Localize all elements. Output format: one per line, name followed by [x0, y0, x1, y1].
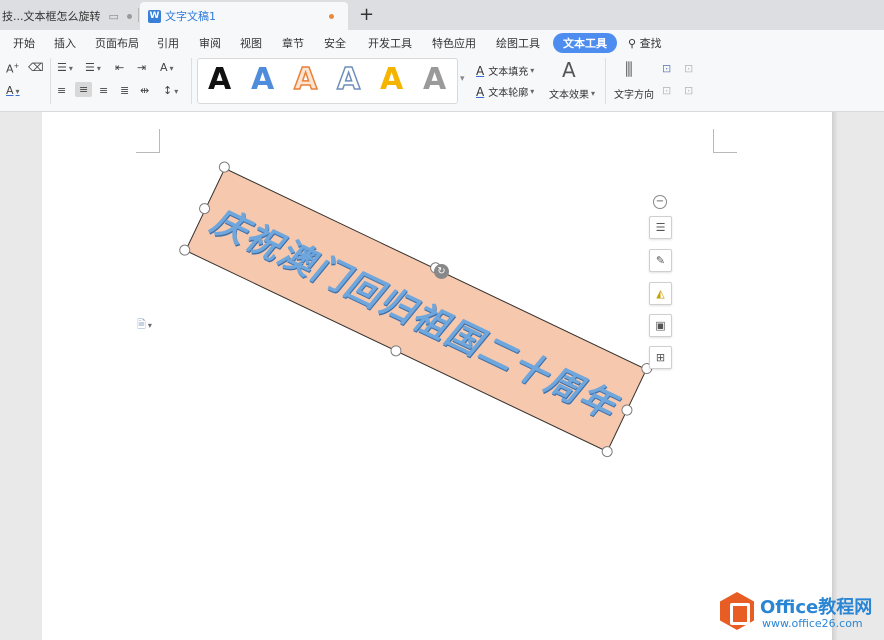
rotate-handle-icon[interactable]: ↻ [434, 264, 449, 279]
text-box-prev-icon: ⊡ [662, 84, 672, 97]
pen-icon: ✎ [655, 254, 666, 267]
text-style-glyph: A [160, 61, 168, 74]
border-icon: ▣ [655, 319, 666, 332]
menu-page-layout[interactable]: 页面布局 [95, 35, 139, 51]
menu-review[interactable]: 审阅 [199, 35, 221, 51]
font-grow-glyph: A [6, 62, 14, 76]
text-fill-label: 文本填充 [488, 67, 529, 78]
style-gold[interactable]: A [380, 62, 403, 97]
text-outline-button[interactable]: A 文本轮廓 ▾ [476, 84, 535, 100]
unsaved-dot-icon[interactable] [329, 14, 334, 19]
tab-bar: 技...文本框怎么旋转 ▭ W 文字文稿1 + [0, 0, 884, 30]
menu-text-tools[interactable]: 文本工具 [553, 33, 617, 53]
text-box-link-icon[interactable]: ⊡ [662, 62, 671, 75]
menu-security[interactable]: 安全 [324, 35, 346, 51]
menu-developer[interactable]: 开发工具 [368, 35, 412, 51]
font-color-glyph: A [6, 84, 14, 97]
toolbar-separator [191, 58, 192, 104]
text-style-gallery: A A A A A A [197, 58, 458, 104]
toolbar-separator [605, 58, 606, 104]
style-blue[interactable]: A [251, 62, 274, 97]
search-button[interactable]: ⚲ 查找 [628, 35, 662, 51]
chevron-down-icon: ▾ [591, 89, 596, 98]
layout-options-icon: ☰ [655, 221, 666, 234]
gallery-expand-icon[interactable]: ▾ [460, 74, 465, 84]
fill-bucket-icon: ◭ [656, 287, 665, 300]
text-box-next-icon: ⊡ [684, 84, 694, 97]
text-direction-icon[interactable]: ⫼ [625, 60, 633, 80]
chevron-down-icon: ▾ [530, 87, 535, 96]
style-gray[interactable]: A [423, 62, 446, 97]
line-spacing-icon[interactable]: ↕ ▾ [163, 84, 178, 97]
text-direction-button[interactable]: 文字方向 [614, 86, 654, 101]
crop-mark-top-left [136, 129, 160, 153]
text-fill-button[interactable]: A 文本填充 ▾ [476, 63, 535, 79]
menu-special[interactable]: 特色应用 [432, 35, 476, 51]
bullet-list-icon[interactable]: ☰ ▾ [57, 61, 73, 74]
text-box-unlink-icon: ⊡ [684, 62, 694, 75]
office-logo-icon [720, 592, 754, 630]
text-effect-icon[interactable]: A [562, 58, 576, 82]
paragraph-options-icon[interactable]: 🗎 ▾ [137, 316, 152, 335]
close-dot-icon[interactable] [126, 13, 132, 19]
text-effect-label: 文本效果 [549, 90, 589, 101]
shape-fill-button[interactable]: ◭ [649, 282, 672, 305]
tab-document-1[interactable]: 技...文本框怎么旋转 ▭ [0, 2, 138, 30]
toolbar-separator [50, 58, 51, 104]
tab-label: 技...文本框怎么旋转 [2, 10, 101, 23]
menu-insert[interactable]: 插入 [54, 35, 76, 51]
tab-label: 文字文稿1 [165, 10, 216, 23]
align-right-icon[interactable]: ≡ [99, 84, 108, 97]
menu-bar: 开始 插入 页面布局 引用 审阅 视图 章节 安全 开发工具 特色应用 绘图工具… [0, 30, 884, 54]
tab-separator [138, 8, 139, 22]
text-outline-icon: A [476, 84, 485, 99]
decrease-indent-icon[interactable]: ⇤ [115, 61, 124, 74]
chevron-down-icon: ▾ [530, 66, 535, 75]
align-center-icon[interactable]: ≡ [75, 82, 93, 97]
increase-indent-icon[interactable]: ⇥ [137, 61, 146, 74]
style-orange-outline[interactable]: A [293, 61, 318, 98]
page-shadow [832, 112, 838, 640]
text-wrap-icon: ⊞ [655, 351, 666, 364]
text-style-icon[interactable]: A ▾ [160, 61, 174, 74]
text-effect-button[interactable]: 文本效果 ▾ [549, 86, 595, 101]
menu-view[interactable]: 视图 [240, 35, 262, 51]
document-page[interactable] [42, 112, 832, 640]
text-wrap-button[interactable]: ⊞ [649, 346, 672, 369]
ribbon-toolbar: A+ ⌫ A ▾ ☰ ▾ ☰ ▾ ⇤ ⇥ A ▾ ≡ ≡ ≡ ≣ ⇹ ↕ ▾ A A A … [0, 54, 884, 112]
style-blue-outline[interactable]: A [336, 61, 361, 98]
search-icon: ⚲ [628, 37, 637, 50]
clear-format-icon[interactable]: ⌫ [28, 61, 44, 74]
numbered-list-icon[interactable]: ☰ ▾ [85, 61, 101, 74]
menu-home[interactable]: 开始 [13, 35, 35, 51]
font-grow-icon[interactable]: A+ [6, 62, 19, 76]
search-label: 查找 [639, 37, 662, 50]
align-left-icon[interactable]: ≡ [57, 84, 66, 97]
justify-icon[interactable]: ≣ [120, 84, 129, 97]
text-fill-icon: A [476, 63, 485, 78]
watermark: Office教程网 www.office26.com [720, 590, 884, 640]
font-color-icon[interactable]: A ▾ [6, 84, 20, 97]
style-black[interactable]: A [208, 62, 231, 97]
menu-references[interactable]: 引用 [157, 35, 179, 51]
watermark-brand: Office教程网 [760, 597, 873, 618]
layout-options-button[interactable]: ☰ [649, 216, 672, 239]
shape-outline-button[interactable]: ✎ [649, 249, 672, 272]
collapse-toolbar-icon[interactable]: − [653, 195, 667, 209]
monitor-icon[interactable]: ▭ [109, 10, 119, 23]
menu-drawing-tools[interactable]: 绘图工具 [496, 35, 540, 51]
watermark-url: www.office26.com [762, 617, 863, 630]
tab-document-2[interactable]: W 文字文稿1 [140, 2, 348, 30]
text-outline-label: 文本轮廓 [488, 88, 529, 99]
menu-section[interactable]: 章节 [282, 35, 304, 51]
writer-doc-icon: W [148, 9, 161, 23]
crop-mark-top-right [713, 129, 737, 153]
shape-border-button[interactable]: ▣ [649, 314, 672, 337]
new-tab-button[interactable]: + [359, 4, 374, 25]
text-direction-label: 文字方向 [614, 90, 654, 101]
distributed-icon[interactable]: ⇹ [140, 84, 149, 97]
